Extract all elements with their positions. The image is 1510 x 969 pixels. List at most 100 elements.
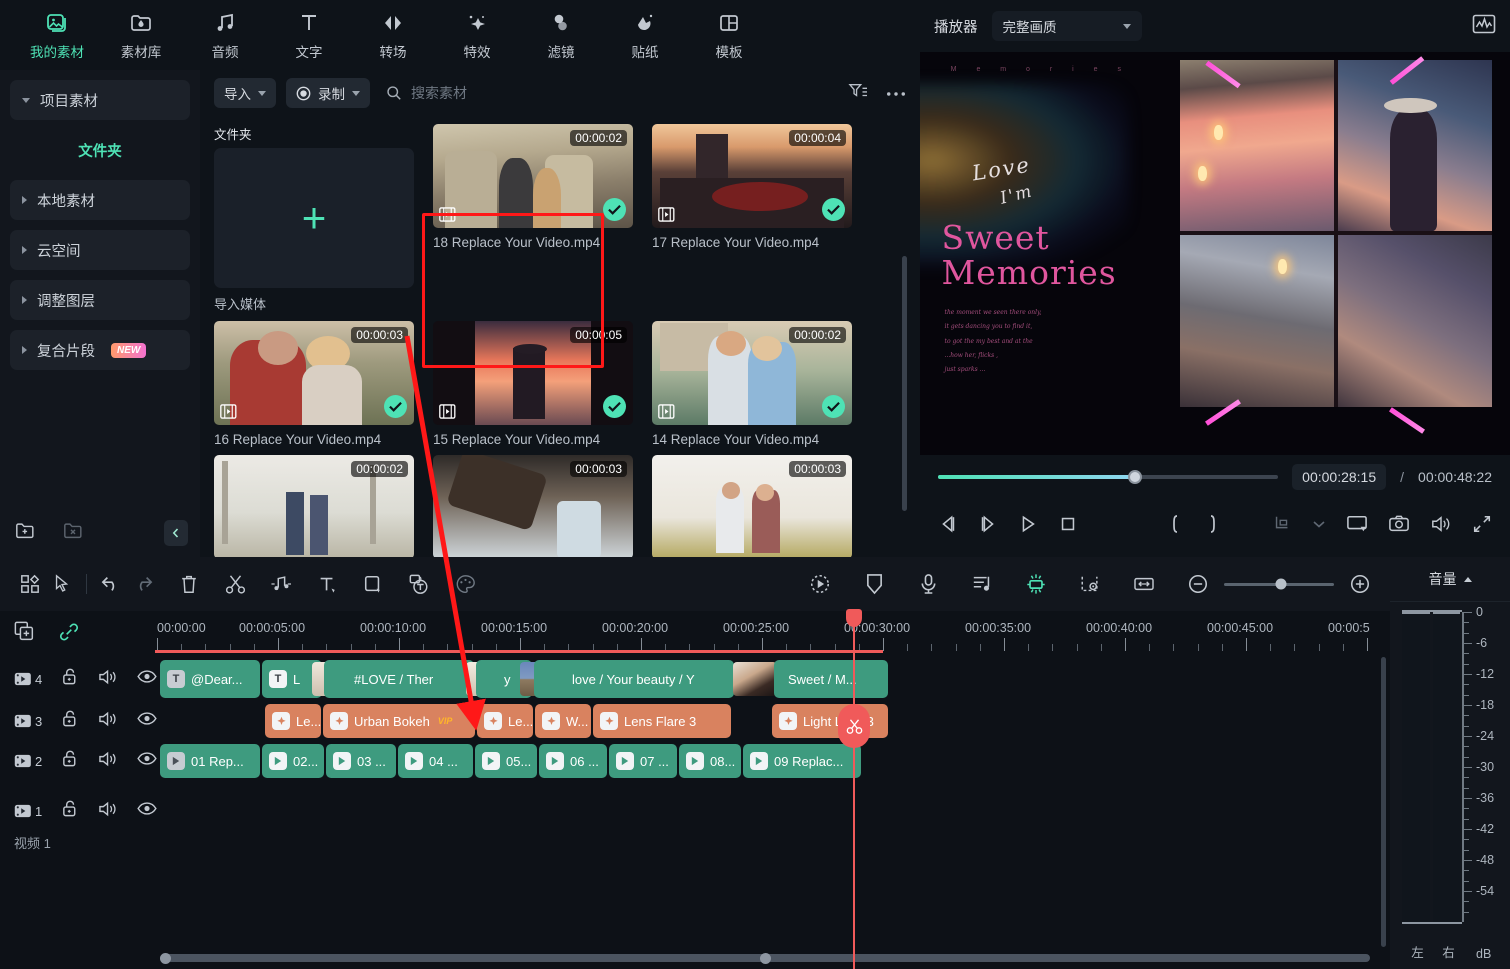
media-item[interactable]: 00:00:02 18 Replace Your Video.mp4 bbox=[433, 124, 633, 313]
add-track-icon[interactable] bbox=[14, 621, 36, 648]
timeline-vertical-scrollbar[interactable] bbox=[1381, 657, 1386, 947]
unlock-icon[interactable] bbox=[61, 749, 79, 773]
timeline-clip[interactable]: Le... bbox=[477, 704, 533, 738]
auto-caption-button[interactable] bbox=[403, 568, 435, 600]
import-media-cell[interactable]: 文件夹 + 导入媒体 bbox=[214, 124, 414, 313]
import-button[interactable]: 导入 bbox=[214, 78, 276, 108]
voiceover-button[interactable] bbox=[912, 568, 944, 600]
media-thumbnail[interactable]: 00:00:05 bbox=[433, 321, 633, 425]
timeline-clip[interactable]: Light Leak 3 bbox=[772, 704, 888, 738]
nav-item-filter[interactable]: 滤镜 bbox=[520, 3, 602, 67]
split-button[interactable] bbox=[219, 568, 251, 600]
media-item[interactable]: 00:00:04 17 Replace Your Video.mp4 bbox=[652, 124, 852, 313]
filter-sort-icon[interactable] bbox=[848, 82, 868, 105]
media-thumbnail[interactable]: 00:00:03 bbox=[652, 455, 852, 557]
quality-select[interactable]: 完整画质 bbox=[992, 11, 1142, 41]
timeline-clip[interactable]: 04 ... bbox=[398, 744, 473, 778]
timeline-clip[interactable]: 06 ... bbox=[539, 744, 607, 778]
new-folder-icon[interactable] bbox=[14, 521, 36, 546]
timeline-clip[interactable]: T @Dear... bbox=[160, 660, 260, 698]
media-thumbnail[interactable]: 00:00:02 bbox=[652, 321, 852, 425]
timeline-clip[interactable]: Le... bbox=[265, 704, 321, 738]
delete-folder-icon[interactable] bbox=[62, 521, 84, 546]
nav-item-audio[interactable]: 音频 bbox=[184, 3, 266, 67]
mark-in-button[interactable] bbox=[1164, 511, 1184, 537]
media-scrollbar[interactable] bbox=[902, 256, 907, 511]
nav-item-transition[interactable]: 转场 bbox=[352, 3, 434, 67]
selected-check-icon[interactable] bbox=[822, 198, 845, 221]
timeline-clip[interactable]: Sweet / M... bbox=[774, 660, 888, 698]
unlock-icon[interactable] bbox=[61, 799, 79, 823]
speaker-icon[interactable] bbox=[98, 800, 118, 823]
media-item[interactable]: 00:00:03 bbox=[652, 455, 852, 557]
selected-check-icon[interactable] bbox=[603, 395, 626, 418]
crop-button[interactable] bbox=[1272, 511, 1292, 537]
templates-button[interactable] bbox=[14, 568, 46, 600]
eye-icon[interactable] bbox=[137, 711, 157, 731]
timeline-clip[interactable]: love / Your beauty / Y bbox=[534, 660, 734, 698]
link-icon[interactable] bbox=[58, 621, 80, 648]
unlock-icon[interactable] bbox=[61, 709, 79, 733]
nav-item-effects[interactable]: 特效 bbox=[436, 3, 518, 67]
media-item[interactable]: 00:00:03 16 Replace Your Video.mp4 bbox=[214, 321, 414, 447]
media-item[interactable]: 00:00:02 bbox=[214, 455, 414, 557]
scroll-handle-right[interactable] bbox=[760, 953, 771, 964]
timeline-ruler[interactable]: 00:00:00 00:00:05:00 00:00:10:00 00:00:1… bbox=[155, 611, 1390, 657]
prev-frame-button[interactable] bbox=[938, 511, 958, 537]
mark-out-button[interactable] bbox=[1204, 511, 1224, 537]
eye-icon[interactable] bbox=[137, 751, 157, 771]
media-item[interactable]: 00:00:05 15 Replace Your Video.mp4 bbox=[433, 321, 633, 447]
eye-icon[interactable] bbox=[137, 801, 157, 821]
marker-button[interactable] bbox=[1074, 568, 1106, 600]
add-text-button[interactable] bbox=[311, 568, 343, 600]
snapshot-button[interactable] bbox=[1388, 511, 1410, 537]
speaker-icon[interactable] bbox=[98, 750, 118, 773]
split-at-playhead-button[interactable] bbox=[838, 704, 870, 748]
selected-check-icon[interactable] bbox=[603, 198, 626, 221]
crop-dropdown[interactable] bbox=[1312, 511, 1326, 537]
motion-tracking-button[interactable] bbox=[804, 568, 836, 600]
timeline-clip[interactable]: 03 ... bbox=[326, 744, 396, 778]
timeline-clip[interactable]: 08... bbox=[679, 744, 741, 778]
media-item[interactable]: 00:00:03 bbox=[433, 455, 633, 557]
timeline-clip[interactable]: Urban Bokeh VIP bbox=[323, 704, 475, 738]
audio-meter-header[interactable]: 音量 bbox=[1390, 557, 1510, 602]
timeline-clip[interactable]: 07 ... bbox=[609, 744, 677, 778]
unlock-icon[interactable] bbox=[61, 667, 79, 691]
undo-button[interactable] bbox=[95, 568, 127, 600]
timeline-clip[interactable]: #LOVE / Ther bbox=[324, 660, 474, 698]
collapse-panel-icon[interactable] bbox=[164, 520, 188, 546]
media-thumbnail[interactable]: 00:00:02 bbox=[433, 124, 633, 228]
media-thumbnail[interactable]: 00:00:02 bbox=[214, 455, 414, 557]
seek-slider[interactable] bbox=[938, 475, 1278, 479]
timeline-clip[interactable]: 01 Rep... bbox=[160, 744, 260, 778]
stop-button[interactable] bbox=[1058, 511, 1078, 537]
timeline-clip[interactable]: 09 Replac... bbox=[743, 744, 861, 778]
sidebar-item-project-media[interactable]: 项目素材 bbox=[10, 80, 190, 120]
display-button[interactable] bbox=[1346, 511, 1368, 537]
seek-handle[interactable] bbox=[1128, 470, 1142, 484]
preview-stage[interactable]: M e m o r i e s Love I'm Sweet Memories … bbox=[920, 52, 1510, 455]
import-dropzone[interactable]: + bbox=[214, 148, 414, 288]
sidebar-item-compound-clip[interactable]: 复合片段 NEW bbox=[10, 330, 190, 370]
selected-check-icon[interactable] bbox=[822, 395, 845, 418]
media-thumbnail[interactable]: 00:00:03 bbox=[433, 455, 633, 557]
zoom-slider-handle[interactable] bbox=[1276, 579, 1287, 590]
nav-item-template[interactable]: 模板 bbox=[688, 3, 770, 67]
record-button[interactable]: 录制 bbox=[286, 78, 370, 108]
fullscreen-button[interactable] bbox=[1472, 511, 1492, 537]
select-tool-button[interactable] bbox=[46, 568, 78, 600]
media-thumbnail[interactable]: 00:00:03 bbox=[214, 321, 414, 425]
scroll-handle-left[interactable] bbox=[160, 953, 171, 964]
timeline-clip[interactable]: 05... bbox=[475, 744, 537, 778]
redo-button[interactable] bbox=[127, 568, 159, 600]
speaker-icon[interactable] bbox=[98, 710, 118, 733]
zoom-slider[interactable] bbox=[1224, 583, 1334, 586]
volume-button[interactable] bbox=[1430, 511, 1452, 537]
nav-item-my-media[interactable]: 我的素材 bbox=[16, 3, 98, 67]
nav-item-media-library[interactable]: 素材库 bbox=[100, 3, 182, 67]
sidebar-item-adjustment-layer[interactable]: 调整图层 bbox=[10, 280, 190, 320]
timeline-clip[interactable]: Lens Flare 3 bbox=[593, 704, 731, 738]
delete-button[interactable] bbox=[173, 568, 205, 600]
speaker-icon[interactable] bbox=[98, 668, 118, 691]
